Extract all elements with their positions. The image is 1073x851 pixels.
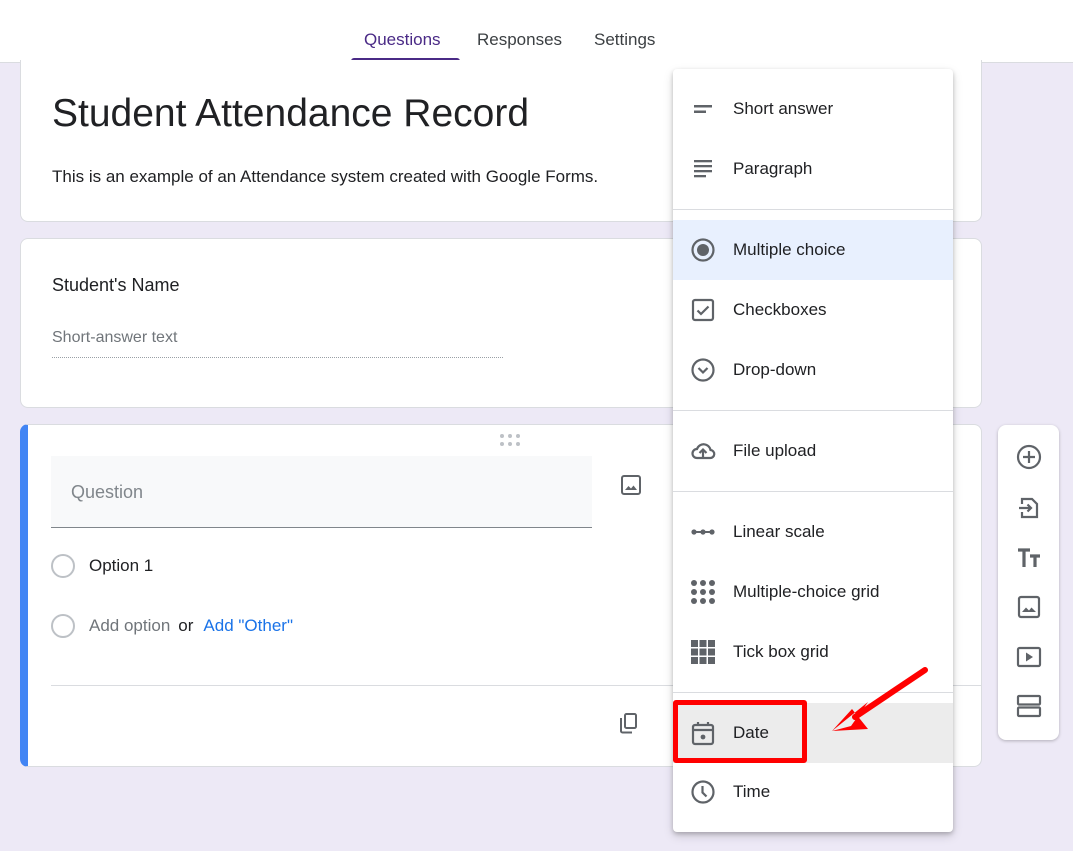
menu-divider <box>673 491 953 492</box>
import-questions-icon[interactable] <box>1016 495 1042 521</box>
menu-item-label: Checkboxes <box>733 300 827 319</box>
short-answer-icon <box>694 105 712 113</box>
menu-item-file-upload[interactable]: File upload <box>673 421 953 481</box>
radio-icon <box>51 614 75 638</box>
menu-item-linear-scale[interactable]: Linear scale <box>673 502 953 562</box>
menu-item-time[interactable]: Time <box>673 762 953 822</box>
option-label[interactable]: Option 1 <box>89 556 153 576</box>
menu-divider <box>673 410 953 411</box>
menu-item-label: Paragraph <box>733 159 813 178</box>
or-label: or <box>178 616 194 635</box>
top-bar: Questions Responses Settings <box>0 0 1073 63</box>
option-row[interactable]: Option 1 <box>51 553 153 579</box>
menu-item-label: Short answer <box>733 99 834 118</box>
add-question-icon[interactable] <box>1016 444 1042 470</box>
linear-scale-icon <box>691 529 715 535</box>
checkbox-icon <box>691 298 715 322</box>
add-video-icon[interactable] <box>1016 644 1042 670</box>
menu-item-checkboxes[interactable]: Checkboxes <box>673 280 953 340</box>
tab-questions[interactable]: Questions <box>364 30 441 50</box>
add-option-button[interactable]: Add option <box>89 616 170 636</box>
tab-responses[interactable]: Responses <box>477 30 562 50</box>
add-image-icon[interactable] <box>1016 594 1042 620</box>
radio-button-icon <box>691 238 715 262</box>
paragraph-icon <box>694 160 712 178</box>
dropdown-circle-icon <box>691 358 715 382</box>
annotation-arrow-icon <box>832 667 928 731</box>
cloud-upload-icon <box>691 443 716 460</box>
menu-item-label: Time <box>733 782 771 801</box>
form-description[interactable]: This is an example of an Attendance syst… <box>52 167 598 187</box>
question-title-input[interactable]: Question <box>51 456 592 528</box>
drag-handle-icon[interactable] <box>499 433 521 447</box>
menu-item-short-answer[interactable]: Short answer <box>673 79 953 139</box>
floating-toolbar <box>998 425 1059 740</box>
form-title[interactable]: Student Attendance Record <box>52 92 529 136</box>
menu-item-label: Drop-down <box>733 360 817 379</box>
clock-icon <box>691 780 715 804</box>
question-title: Student's Name <box>52 275 180 295</box>
menu-item-label: Multiple-choice grid <box>733 582 880 601</box>
menu-item-label: File upload <box>733 441 817 460</box>
menu-item-paragraph[interactable]: Paragraph <box>673 139 953 199</box>
box-grid-icon <box>691 640 715 664</box>
menu-item-multiple-choice[interactable]: Multiple choice <box>673 220 953 280</box>
duplicate-icon[interactable] <box>616 711 640 735</box>
add-image-icon[interactable] <box>619 473 643 497</box>
radio-icon <box>51 554 75 578</box>
dot-grid-icon <box>691 580 715 604</box>
title-description-icon[interactable] <box>1016 545 1042 571</box>
add-option-row: Add option or Add "Other" <box>51 613 293 639</box>
tab-settings[interactable]: Settings <box>594 30 655 50</box>
add-other-button[interactable]: Add "Other" <box>203 616 293 636</box>
short-answer-placeholder: Short-answer text <box>52 329 503 358</box>
menu-item-label: Linear scale <box>733 522 825 541</box>
add-section-icon[interactable] <box>1016 693 1042 719</box>
menu-item-label: Multiple choice <box>733 240 846 259</box>
annotation-highlight-box <box>673 700 807 763</box>
menu-item-multiple-choice-grid[interactable]: Multiple-choice grid <box>673 562 953 622</box>
menu-item-drop-down[interactable]: Drop-down <box>673 340 953 400</box>
menu-divider <box>673 209 953 210</box>
menu-item-label: Tick box grid <box>733 642 829 661</box>
